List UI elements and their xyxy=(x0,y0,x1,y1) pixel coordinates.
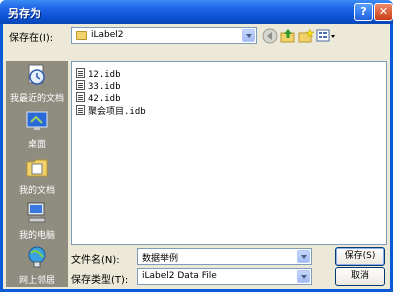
my-documents-icon xyxy=(26,159,48,177)
help-button[interactable]: ? xyxy=(354,3,373,21)
save-as-dialog: 另存为 ? ✕ 保存在(I): iLabel2 我最近的文档 桌面 我的文档 我… xyxy=(0,0,393,292)
my-computer-icon xyxy=(27,202,46,223)
cancel-button[interactable]: 取消 xyxy=(335,267,385,286)
new-folder-icon[interactable] xyxy=(298,28,314,44)
network-places-icon xyxy=(28,246,46,268)
file-name: 33.idb xyxy=(88,82,121,92)
recent-documents-icon xyxy=(28,64,45,85)
file-item[interactable]: 12.idb xyxy=(76,68,121,80)
filetype-dropdown[interactable]: iLabel2 Data File xyxy=(137,268,312,285)
up-folder-icon[interactable] xyxy=(280,28,296,44)
window-title: 另存为 xyxy=(8,7,41,20)
data-file-icon xyxy=(76,105,85,115)
title-bar[interactable]: 另存为 ? ✕ xyxy=(0,0,393,24)
filename-value: 数据举例 xyxy=(142,254,179,264)
place-label: 我最近的文档 xyxy=(9,94,64,104)
file-name: 42.idb xyxy=(88,94,121,104)
file-name: 聚会项目.idb xyxy=(88,107,146,117)
back-icon[interactable] xyxy=(262,28,278,44)
data-file-icon xyxy=(76,92,85,102)
file-list[interactable]: 12.idb 33.idb 42.idb 聚会项目.idb xyxy=(71,61,387,245)
dialog-body: 保存在(I): iLabel2 我最近的文档 桌面 我的文档 我的电脑 网上邻居… xyxy=(3,24,390,289)
filetype-value: iLabel2 Data File xyxy=(142,271,217,281)
place-label: 网上邻居 xyxy=(18,276,55,286)
close-button[interactable]: ✕ xyxy=(374,3,393,21)
data-file-icon xyxy=(76,68,85,78)
save-button[interactable]: 保存(S) xyxy=(335,247,385,266)
desktop-icon xyxy=(26,111,48,130)
filename-label: 文件名(N): xyxy=(71,255,120,266)
place-network[interactable]: 网上邻居 xyxy=(6,243,68,297)
views-menu-icon[interactable] xyxy=(316,28,336,44)
place-label: 我的文档 xyxy=(18,186,55,196)
chevron-down-icon[interactable] xyxy=(242,29,255,42)
file-item[interactable]: 33.idb xyxy=(76,80,121,92)
save-in-label: 保存在(I): xyxy=(9,33,54,44)
file-name: 12.idb xyxy=(88,70,121,80)
filetype-label: 保存类型(T): xyxy=(71,275,129,286)
places-bar: 我最近的文档 桌面 我的文档 我的电脑 网上邻居 xyxy=(6,61,68,287)
filename-input[interactable]: 数据举例 xyxy=(137,248,312,265)
chevron-down-icon[interactable] xyxy=(297,250,310,263)
place-label: 桌面 xyxy=(27,140,46,150)
folder-icon xyxy=(76,31,87,40)
save-in-dropdown[interactable]: iLabel2 xyxy=(71,27,257,44)
save-in-value: iLabel2 xyxy=(91,30,124,40)
data-file-icon xyxy=(76,80,85,90)
place-label: 我的电脑 xyxy=(18,231,55,241)
file-item[interactable]: 42.idb xyxy=(76,92,121,104)
file-item[interactable]: 聚会项目.idb xyxy=(76,104,146,117)
chevron-down-icon[interactable] xyxy=(297,270,310,283)
